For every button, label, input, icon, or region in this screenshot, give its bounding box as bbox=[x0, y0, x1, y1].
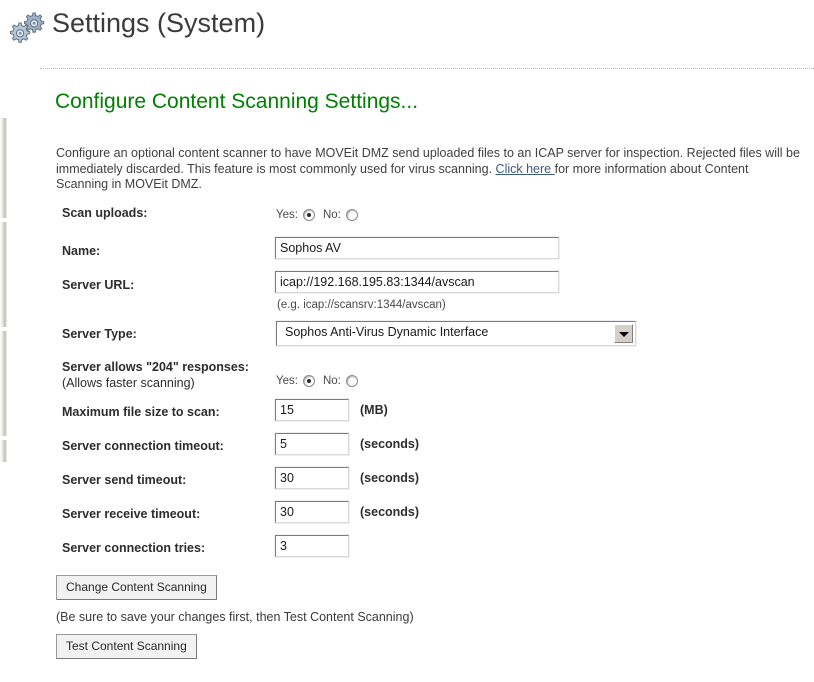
gears-icon bbox=[8, 9, 46, 47]
page-header: Settings (System) bbox=[0, 0, 814, 68]
content-scanning-form: Scan uploads: Yes: No: Name: Server URL: bbox=[0, 203, 814, 569]
allows-204-yes-radio[interactable] bbox=[303, 375, 315, 387]
send-timeout-input[interactable] bbox=[275, 467, 349, 489]
name-input[interactable] bbox=[275, 237, 559, 259]
scan-uploads-no-radio[interactable] bbox=[346, 209, 358, 221]
allows-204-sublabel: (Allows faster scanning) bbox=[62, 376, 195, 390]
send-timeout-label: Server send timeout: bbox=[62, 473, 186, 487]
form-row-name: Name: bbox=[0, 237, 814, 271]
server-url-label: Server URL: bbox=[62, 278, 134, 292]
connection-timeout-unit: (seconds) bbox=[360, 437, 419, 451]
allows-204-no-label: No: bbox=[323, 375, 341, 387]
server-type-selected-value: Sophos Anti-Virus Dynamic Interface bbox=[285, 325, 488, 339]
server-url-input[interactable] bbox=[275, 271, 559, 293]
allows-204-label: Server allows "204" responses: bbox=[62, 360, 249, 374]
connection-tries-input[interactable] bbox=[275, 535, 349, 557]
form-row-receive-timeout: Server receive timeout: (seconds) bbox=[0, 501, 814, 535]
server-type-select[interactable]: Sophos Anti-Virus Dynamic Interface bbox=[276, 321, 636, 346]
allows-204-radio-group: Yes: No: bbox=[276, 369, 362, 389]
max-file-size-label: Maximum file size to scan: bbox=[62, 405, 220, 419]
name-label: Name: bbox=[62, 244, 100, 258]
max-file-size-unit: (MB) bbox=[360, 403, 388, 417]
settings-page: Settings (System) Configure Content Scan… bbox=[0, 0, 814, 682]
max-file-size-input[interactable] bbox=[275, 399, 349, 421]
connection-tries-label: Server connection tries: bbox=[62, 541, 205, 555]
send-timeout-unit: (seconds) bbox=[360, 471, 419, 485]
page-title: Settings (System) bbox=[52, 8, 265, 39]
receive-timeout-label: Server receive timeout: bbox=[62, 507, 200, 521]
click-here-link[interactable]: Click here bbox=[496, 162, 555, 176]
server-type-label: Server Type: bbox=[62, 327, 137, 341]
scan-uploads-yes-label: Yes: bbox=[276, 209, 298, 221]
scan-uploads-label: Scan uploads: bbox=[62, 206, 147, 220]
test-content-scanning-button[interactable]: Test Content Scanning bbox=[56, 634, 197, 659]
form-row-send-timeout: Server send timeout: (seconds) bbox=[0, 467, 814, 501]
form-row-server-type: Server Type: Sophos Anti-Virus Dynamic I… bbox=[0, 321, 814, 360]
scan-uploads-yes-radio[interactable] bbox=[303, 209, 315, 221]
allows-204-no-radio[interactable] bbox=[346, 375, 358, 387]
receive-timeout-input[interactable] bbox=[275, 501, 349, 523]
form-row-max-file-size: Maximum file size to scan: (MB) bbox=[0, 399, 814, 433]
header-divider bbox=[40, 68, 814, 69]
scan-uploads-radio-group: Yes: No: bbox=[276, 203, 362, 223]
chevron-down-icon[interactable] bbox=[614, 324, 633, 343]
form-row-connection-tries: Server connection tries: bbox=[0, 535, 814, 569]
section-heading: Configure Content Scanning Settings... bbox=[55, 90, 418, 114]
form-row-connection-timeout: Server connection timeout: (seconds) bbox=[0, 433, 814, 467]
connection-timeout-label: Server connection timeout: bbox=[62, 439, 224, 453]
server-url-hint: (e.g. icap://scansrv:1344/avscan) bbox=[277, 299, 446, 311]
receive-timeout-unit: (seconds) bbox=[360, 505, 419, 519]
section-description: Configure an optional content scanner to… bbox=[56, 146, 804, 193]
scan-uploads-no-label: No: bbox=[323, 209, 341, 221]
change-content-scanning-button[interactable]: Change Content Scanning bbox=[56, 575, 217, 600]
form-row-allows-204: Server allows "204" responses: (Allows f… bbox=[0, 360, 814, 399]
save-first-note: (Be sure to save your changes first, the… bbox=[56, 610, 414, 624]
allows-204-yes-label: Yes: bbox=[276, 375, 298, 387]
form-row-server-url: Server URL: (e.g. icap://scansrv:1344/av… bbox=[0, 271, 814, 321]
form-row-scan-uploads: Scan uploads: Yes: No: bbox=[0, 203, 814, 237]
connection-timeout-input[interactable] bbox=[275, 433, 349, 455]
